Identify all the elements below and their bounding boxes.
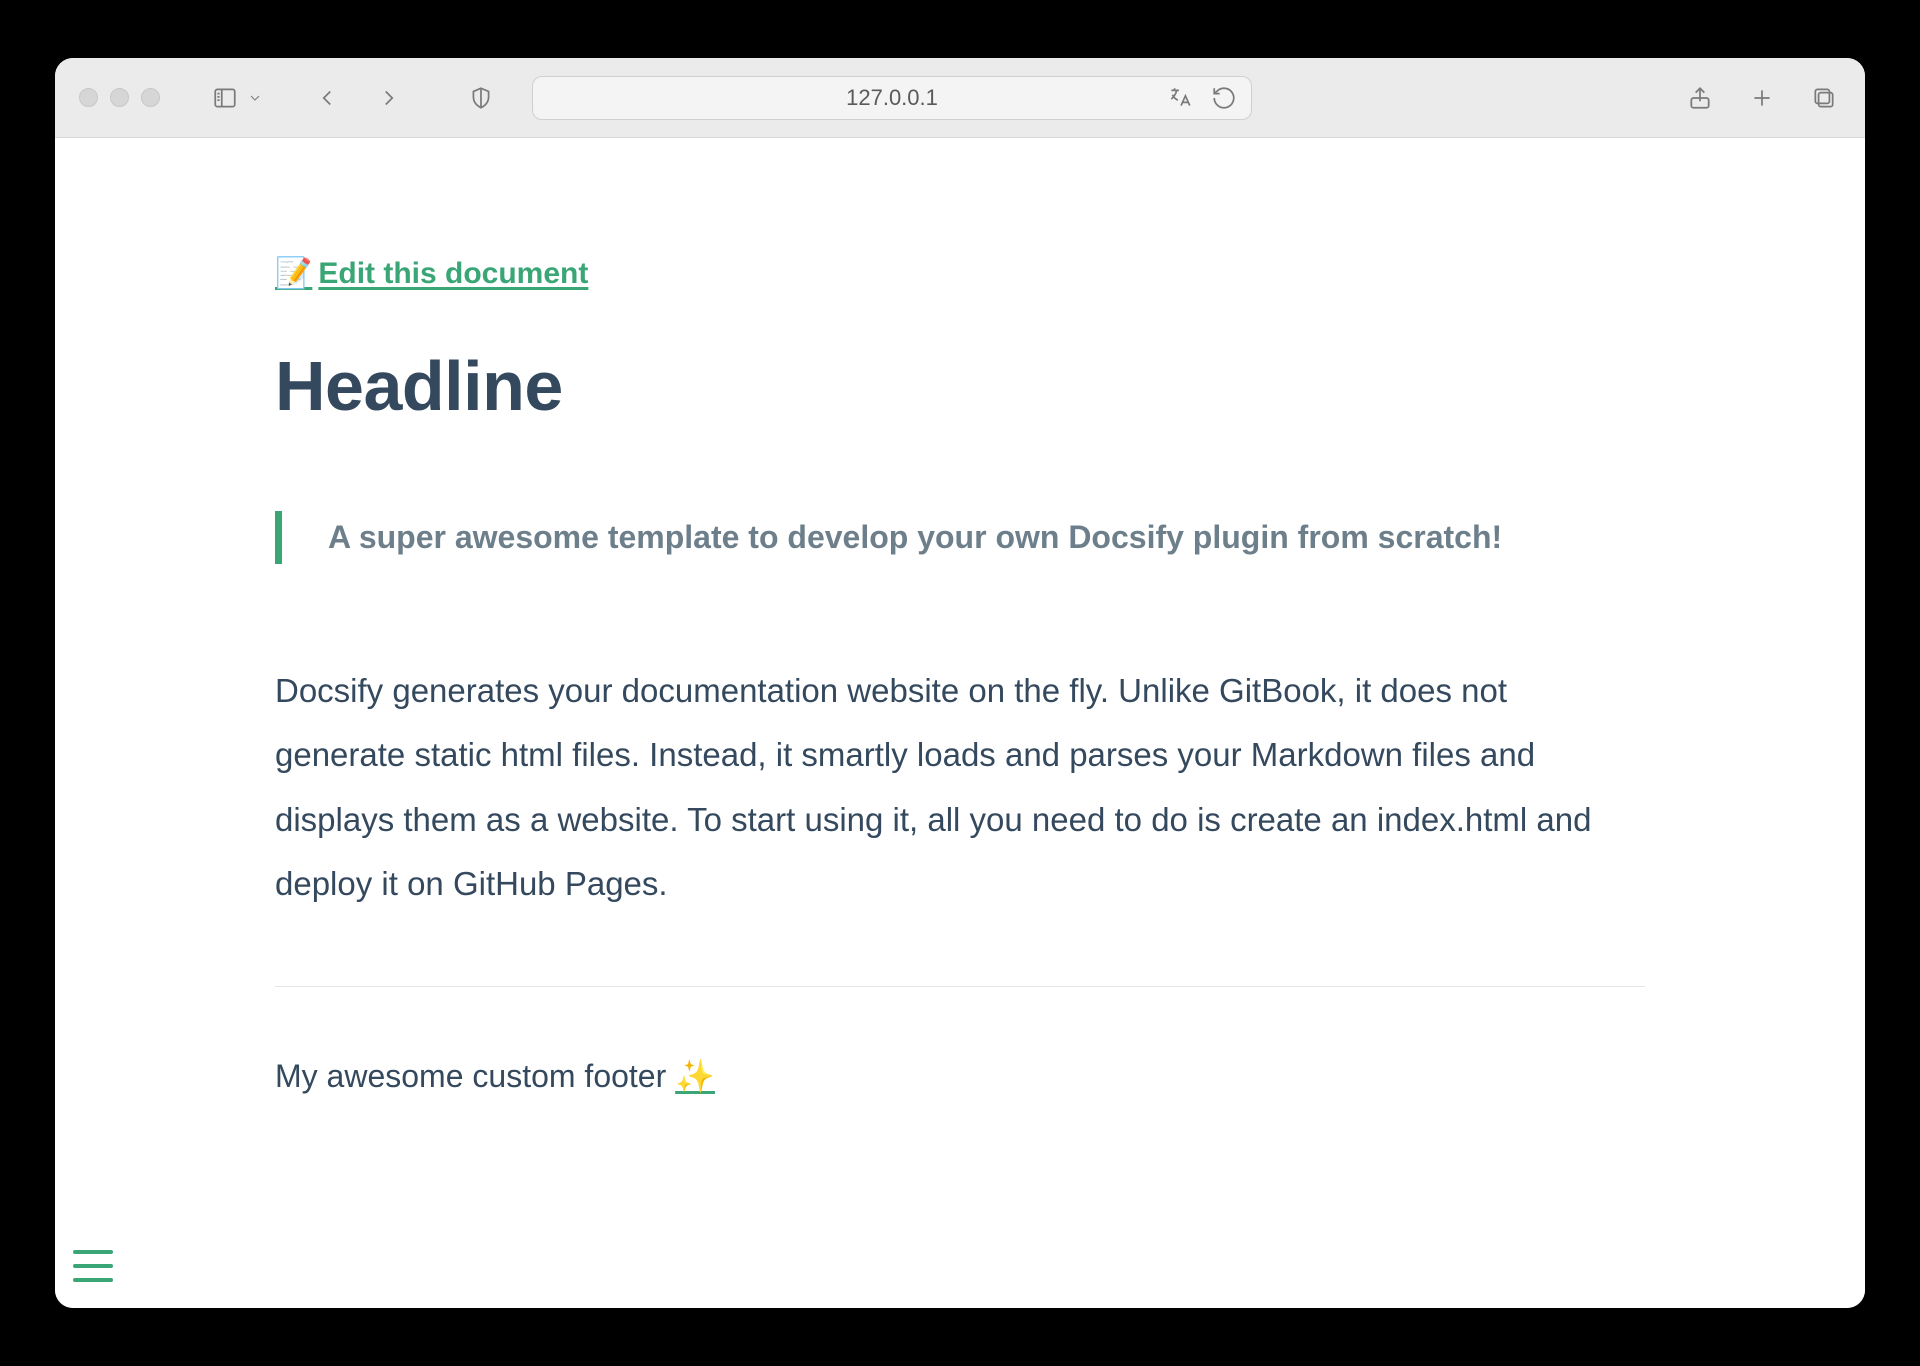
zoom-window-button[interactable] (141, 88, 160, 107)
back-button[interactable] (310, 81, 344, 115)
privacy-shield-button[interactable] (464, 81, 498, 115)
callout-quote: A super awesome template to develop your… (275, 511, 1645, 564)
address-bar[interactable]: 127.0.0.1 (532, 76, 1252, 120)
forward-button[interactable] (372, 81, 406, 115)
reload-button[interactable] (1207, 81, 1241, 115)
browser-toolbar: 127.0.0.1 (55, 58, 1865, 138)
edit-link-text: Edit this document (318, 257, 588, 291)
minimize-window-button[interactable] (110, 88, 129, 107)
sparkles-icon: ✨ (675, 1058, 715, 1094)
tab-overview-button[interactable] (1807, 81, 1841, 115)
divider (275, 986, 1645, 987)
new-tab-button[interactable] (1745, 81, 1779, 115)
page-content: 📝 Edit this document Headline A super aw… (55, 138, 1865, 1308)
translate-icon[interactable] (1163, 81, 1197, 115)
sidebar-toggle-button[interactable] (208, 81, 242, 115)
edit-document-link[interactable]: 📝 Edit this document (275, 256, 588, 291)
footer-sparkle-link[interactable]: ✨ (675, 1058, 715, 1094)
custom-footer: My awesome custom footer ✨ (275, 1057, 1645, 1095)
sidebar-hamburger-button[interactable] (73, 1250, 113, 1282)
share-button[interactable] (1683, 81, 1717, 115)
memo-icon: 📝 (275, 256, 312, 291)
tab-groups-dropdown[interactable] (238, 81, 272, 115)
window-controls (79, 88, 160, 107)
footer-text: My awesome custom footer (275, 1058, 675, 1094)
body-paragraph: Docsify generates your documentation web… (275, 659, 1645, 916)
page-headline: Headline (275, 346, 1645, 426)
close-window-button[interactable] (79, 88, 98, 107)
browser-window: 127.0.0.1 (55, 58, 1865, 1308)
address-text: 127.0.0.1 (846, 85, 938, 111)
